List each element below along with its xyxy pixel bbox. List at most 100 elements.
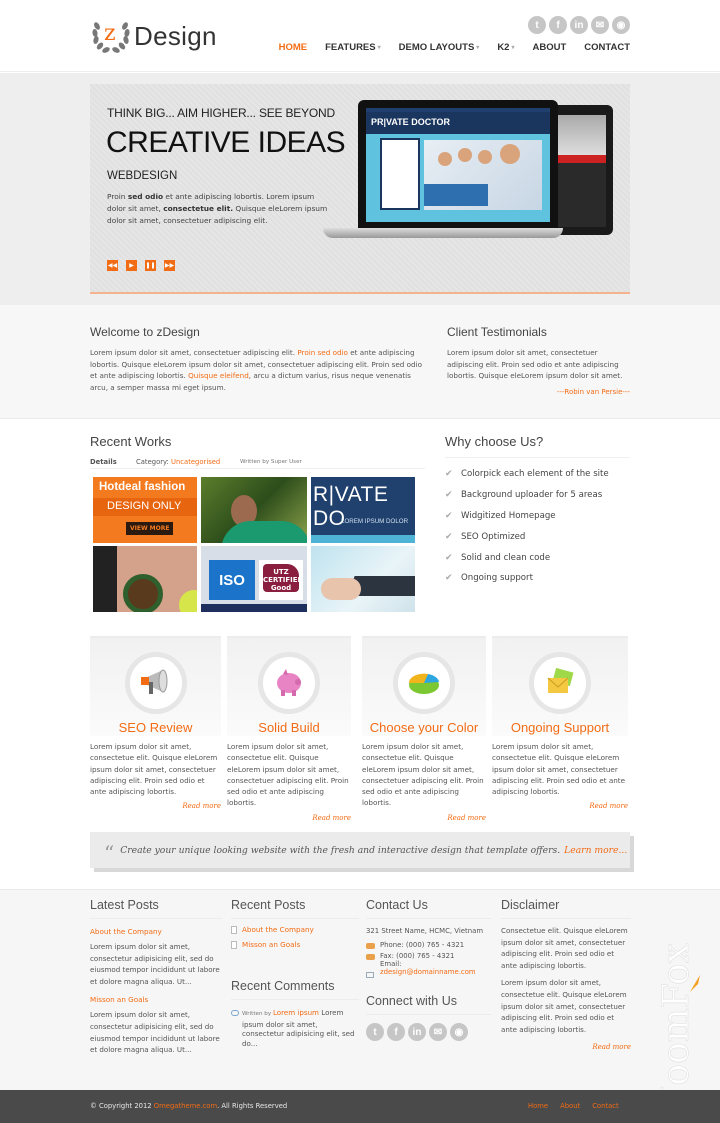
twitter-icon[interactable]: t	[528, 16, 546, 34]
site-logo[interactable]: z Design	[90, 16, 217, 56]
category-link[interactable]: Uncategorised	[171, 458, 220, 466]
feature-title: Solid Build	[258, 720, 320, 735]
work-thumb-keyboard-photo[interactable]	[311, 546, 415, 612]
recent-posts: Recent Posts About the Company Misson an…	[231, 898, 359, 1048]
category-meta: Category: Uncategorised	[136, 458, 240, 466]
thumb-subtitle: LOREM IPSUM DOLOR	[341, 518, 409, 525]
list-item-label: Ongoing support	[461, 573, 533, 584]
nav-label: K2	[497, 42, 510, 53]
email-icon[interactable]: ✉	[591, 16, 609, 34]
facebook-icon[interactable]: f	[549, 16, 567, 34]
last-slide-icon[interactable]: ▶▶	[164, 260, 175, 271]
site-header: z Design t f in ✉ ◉ HOME FEATURES ▾ DEMO …	[0, 0, 720, 72]
slider-controls: ◀◀ ▶ ❚❚ ▶▶	[107, 260, 175, 271]
feature-text: Lorem ipsum dolor sit amet, consectetue …	[492, 742, 626, 797]
rss-icon[interactable]: ◉	[450, 1023, 468, 1041]
pause-icon[interactable]: ❚❚	[145, 260, 156, 271]
first-slide-icon[interactable]: ◀◀	[107, 260, 118, 271]
email-icon[interactable]: ✉	[429, 1023, 447, 1041]
read-more-link[interactable]: Read more	[90, 802, 221, 810]
list-item-label: Background uploader for 5 areas	[461, 490, 603, 501]
bottom-nav-about[interactable]: About	[560, 1102, 580, 1110]
copyright-link[interactable]: Omegatheme.com	[154, 1102, 217, 1110]
recent-works-title: Recent Works	[90, 434, 172, 449]
recent-post-link[interactable]: About the Company	[231, 925, 359, 934]
joomfox-watermark-logo: JoomFox	[648, 900, 708, 1104]
watermark-text: JoomFox	[656, 943, 697, 1100]
work-thumb-woman-photo[interactable]	[201, 477, 307, 543]
text-span: Lorem ipsum dolor sit amet, consectetuer…	[90, 348, 298, 357]
comment-item: Written by Lorem ipsum Lorem ipsum dolor…	[231, 1008, 359, 1048]
list-item: ✔ SEO Optimized	[445, 526, 630, 547]
nav-home[interactable]: HOME	[261, 42, 308, 53]
list-item-label: SEO Optimized	[461, 531, 526, 542]
list-item-label: Solid and clean code	[461, 552, 551, 563]
nav-contact[interactable]: CONTACT	[566, 42, 630, 53]
list-item: ✔ Colorpick each element of the site	[445, 464, 630, 485]
comment-by-label: Written by	[242, 1011, 273, 1017]
phone-icon	[366, 943, 375, 949]
testimonial-block: Client Testimonials Lorem ipsum dolor si…	[447, 325, 630, 396]
work-thumb-coffee-photo[interactable]	[93, 546, 197, 612]
mail-icon	[366, 972, 374, 978]
main-nav: HOME FEATURES ▾ DEMO LAYOUTS ▾ K2 ▾ ABOUT C…	[261, 42, 630, 53]
comment-author-link[interactable]: Lorem ipsum	[273, 1008, 319, 1017]
read-more-link[interactable]: Read more	[492, 802, 628, 810]
feature-title: SEO Review	[118, 720, 193, 735]
fax-icon	[366, 954, 375, 960]
recent-post-label: About the Company	[242, 925, 314, 934]
list-item: ✔ Widgitized Homepage	[445, 506, 630, 527]
comment-bubble-icon	[231, 1010, 239, 1016]
work-thumb-hotdeal[interactable]: Hotdeal fashion DESIGN ONLY VIEW MORE	[93, 477, 197, 543]
laptop-base	[323, 228, 563, 238]
bottom-nav-home[interactable]: Home	[528, 1102, 548, 1110]
recent-post-label: Misson an Goals	[242, 940, 301, 949]
list-item: ✔ Ongoing support	[445, 568, 630, 589]
latest-posts-title: Latest Posts	[90, 898, 222, 919]
pie-chart-icon	[393, 652, 455, 714]
fax-text: Fax: (000) 765 - 4321	[380, 952, 455, 960]
feature-text: Lorem ipsum dolor sit amet, consectetue …	[90, 742, 218, 797]
check-icon: ✔	[445, 469, 453, 480]
post-link[interactable]: Misson an Goals	[90, 995, 222, 1004]
document-icon	[231, 940, 237, 949]
recent-posts-title: Recent Posts	[231, 898, 359, 919]
welcome-link[interactable]: Proin sed odio	[297, 348, 348, 357]
envelopes-icon	[529, 652, 591, 714]
email-link[interactable]: zdesign@domainname.com	[380, 968, 476, 976]
rss-icon[interactable]: ◉	[612, 16, 630, 34]
post-link[interactable]: About the Company	[90, 927, 222, 936]
welcome-link[interactable]: Quisque eleifend	[188, 371, 249, 380]
nav-label: HOME	[278, 42, 308, 53]
nav-features[interactable]: FEATURES ▾	[307, 42, 381, 53]
hero-slider: THINK BIG... AIM HIGHER... SEE BEYOND CR…	[90, 84, 630, 294]
bottom-nav-contact[interactable]: Contact	[592, 1102, 618, 1110]
quote-text: Create your unique looking website with …	[120, 844, 561, 856]
read-more-link[interactable]: Read more	[501, 1043, 631, 1051]
thumb-title: Hotdeal fashion	[99, 481, 186, 493]
nav-label: DEMO LAYOUTS	[398, 42, 475, 53]
megaphone-icon	[124, 652, 187, 714]
nav-k2[interactable]: K2 ▾	[479, 42, 514, 53]
nav-demo-layouts[interactable]: DEMO LAYOUTS ▾	[381, 42, 480, 53]
linkedin-icon[interactable]: in	[570, 16, 588, 34]
post-excerpt: Lorem ipsum dolor sit amet, consectetur …	[90, 1010, 220, 1055]
facebook-icon[interactable]: f	[387, 1023, 405, 1041]
twitter-icon[interactable]: t	[366, 1023, 384, 1041]
list-item-label: Colorpick each element of the site	[461, 469, 609, 480]
work-thumb-private-doctor[interactable]: R|VATE DO LOREM IPSUM DOLOR	[311, 477, 415, 543]
text-span: Proin	[107, 192, 128, 201]
play-icon[interactable]: ▶	[126, 260, 137, 271]
laurel-wreath-icon: z	[90, 16, 132, 56]
work-thumb-iso-utz[interactable]: ISO UTZ CERTIFIED Good inside	[201, 546, 307, 612]
why-title: Why choose Us?	[445, 434, 544, 449]
footer-social-links: t f in ✉ ◉	[366, 1023, 491, 1041]
contact-address: 321 Street Name, HCMC, Vietnam	[366, 927, 484, 935]
recent-post-link[interactable]: Misson an Goals	[231, 940, 359, 949]
details-label: Details	[90, 458, 117, 466]
read-more-link[interactable]: Read more	[227, 814, 351, 822]
linkedin-icon[interactable]: in	[408, 1023, 426, 1041]
learn-more-link[interactable]: Learn more...	[564, 845, 627, 856]
nav-about[interactable]: ABOUT	[514, 42, 566, 53]
read-more-link[interactable]: Read more	[362, 814, 486, 822]
